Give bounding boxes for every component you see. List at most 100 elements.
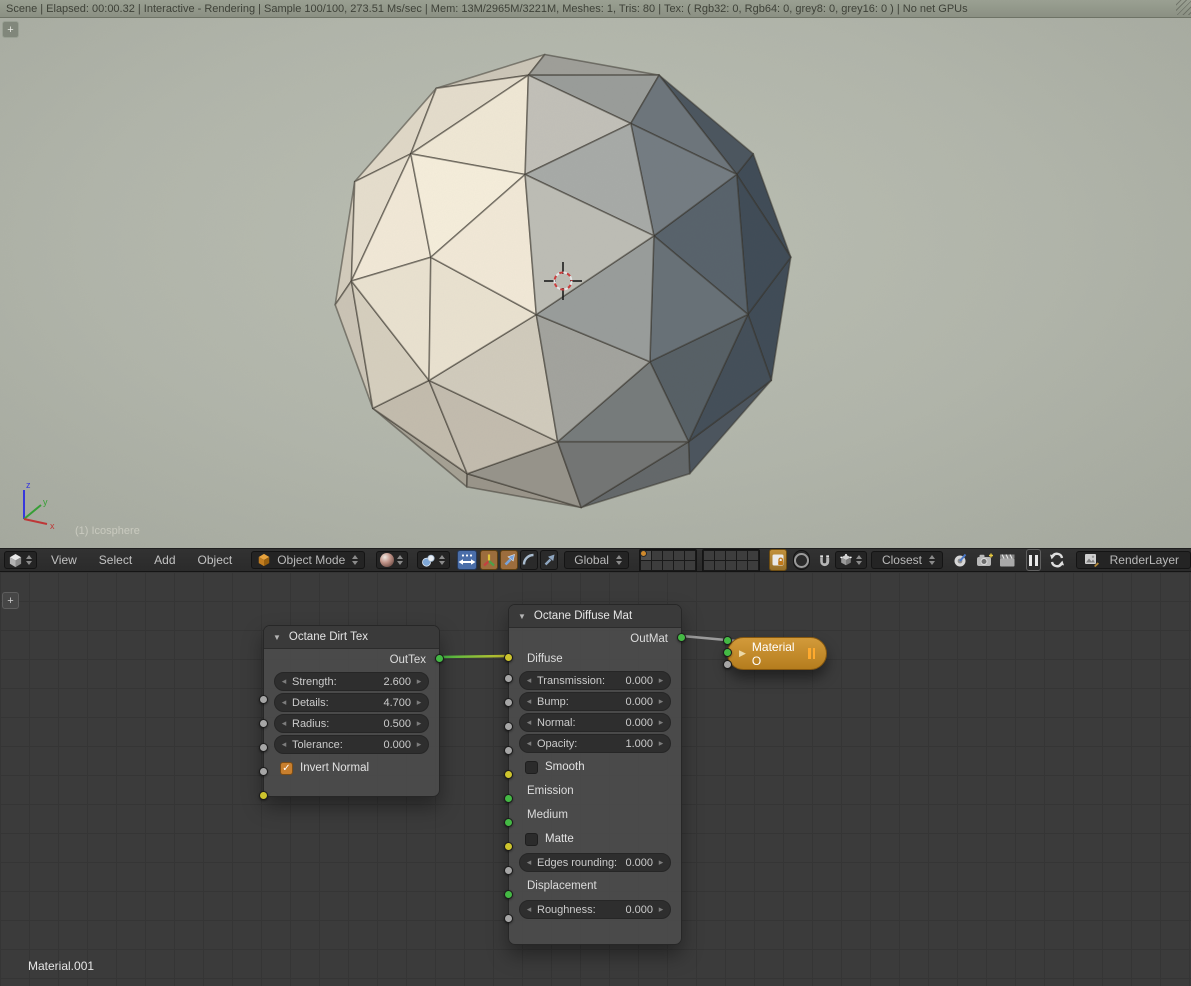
socket-invert-normal[interactable]: [259, 791, 268, 800]
node-octane-dirt-tex[interactable]: ▼ Octane Dirt Tex OutTex ◂ Strength: 2.6…: [259, 625, 444, 800]
socket-medium[interactable]: [504, 818, 513, 827]
manipulator-toggle-button[interactable]: [457, 550, 478, 570]
orientation-dropdown[interactable]: Global: [564, 551, 629, 569]
editor-type-stepper[interactable]: [25, 555, 33, 565]
socket-emission[interactable]: [504, 794, 513, 803]
move-arrows-icon: [458, 554, 476, 565]
snap-toggle-button[interactable]: [816, 550, 833, 570]
opacity-slider[interactable]: ◂ Opacity: 1.000 ▸: [519, 734, 671, 753]
socket-roughness[interactable]: [504, 914, 513, 923]
wire-outtex-diffuse[interactable]: [439, 654, 509, 659]
socket-displacement-out[interactable]: [723, 660, 732, 669]
socket-strength[interactable]: [259, 695, 268, 704]
pause-render-button[interactable]: [1025, 549, 1041, 571]
editor-type-button[interactable]: [4, 551, 37, 569]
arc-manipulator-button[interactable]: [520, 550, 539, 570]
socket-smooth[interactable]: [504, 770, 513, 779]
socket-displacement[interactable]: [504, 890, 513, 899]
refresh-button[interactable]: [1047, 550, 1067, 570]
socket-normal[interactable]: [504, 722, 513, 731]
node-title: Octane Dirt Tex: [288, 631, 368, 643]
magnet-icon: [820, 554, 830, 566]
radius-slider[interactable]: ◂ Radius: 0.500 ▸: [274, 714, 429, 733]
layers-grid-2[interactable]: [701, 548, 760, 572]
socket-edges-rounding[interactable]: [504, 866, 513, 875]
node-title: Material O: [751, 639, 795, 668]
menu-object[interactable]: Object: [198, 553, 233, 567]
socket-radius[interactable]: [259, 743, 268, 752]
strength-slider[interactable]: ◂ Strength: 2.600 ▸: [274, 672, 429, 691]
menu-add[interactable]: Add: [154, 553, 175, 567]
pivot-point-dropdown[interactable]: [417, 551, 451, 569]
camera-icon: [976, 553, 993, 566]
translate-manipulator-button[interactable]: [480, 550, 499, 570]
lock-button[interactable]: [768, 549, 787, 571]
socket-outtex[interactable]: [435, 654, 444, 663]
socket-volume[interactable]: [723, 648, 732, 657]
menu-select[interactable]: Select: [99, 553, 132, 567]
node-octane-diffuse-mat[interactable]: ▼ Octane Diffuse Mat OutMat Diffuse ◂ Tr…: [504, 604, 686, 945]
smooth-checkbox[interactable]: ✓: [525, 760, 538, 774]
object-mode-cube-icon: [258, 553, 270, 567]
orientation-label: Global: [574, 553, 609, 567]
opengl-render-button[interactable]: [951, 550, 969, 570]
roughness-slider[interactable]: ◂ Roughness: 0.000 ▸: [519, 900, 671, 919]
socket-opacity[interactable]: [504, 746, 513, 755]
circle-icon: [793, 552, 809, 568]
socket-surface[interactable]: [723, 636, 732, 645]
normal-slider[interactable]: ◂ Normal: 0.000 ▸: [519, 713, 671, 732]
snap-mode-dropdown[interactable]: Closest: [870, 551, 943, 569]
bump-slider[interactable]: ◂ Bump: 0.000 ▸: [519, 692, 671, 711]
render-image-button[interactable]: [975, 550, 996, 570]
rotate-manipulator-button[interactable]: [500, 550, 519, 570]
region-expand-plus[interactable]: +: [2, 592, 19, 609]
socket-outmat[interactable]: [677, 633, 686, 642]
details-slider[interactable]: ◂ Details: 4.700 ▸: [274, 693, 429, 712]
region-expand-plus[interactable]: +: [2, 21, 19, 38]
transmission-slider[interactable]: ◂ Transmission: 0.000 ▸: [519, 671, 671, 690]
translate-axis-icon: [483, 554, 495, 567]
rendered-scene: z y x: [23, 53, 792, 531]
socket-details[interactable]: [259, 719, 268, 728]
expand-triangle-icon[interactable]: ▶: [739, 648, 746, 659]
render-layer-dropdown[interactable]: RenderLayer: [1075, 551, 1191, 569]
collapse-triangle-icon[interactable]: ▼: [273, 633, 281, 642]
invert-normal-row[interactable]: ✓ Invert Normal: [264, 756, 439, 780]
node-editor[interactable]: + ▼ Octane Dirt Tex OutTex ◂ Strength: 2…: [0, 572, 1191, 986]
arc-icon: [523, 553, 534, 565]
matte-row[interactable]: ✓ Matte: [509, 827, 681, 851]
render-anim-button[interactable]: [998, 550, 1017, 570]
matte-checkbox[interactable]: ✓: [525, 832, 538, 846]
snap-cube-icon: [840, 553, 852, 566]
decrement-arrow[interactable]: ◂: [280, 676, 288, 687]
viewport-3d[interactable]: z y x + (1) Icosphere: [0, 18, 1191, 548]
render-layer-label: RenderLayer: [1109, 553, 1179, 567]
smooth-row[interactable]: ✓ Smooth: [509, 755, 681, 779]
socket-tolerance[interactable]: [259, 767, 268, 776]
node-header[interactable]: ▼ Octane Dirt Tex: [264, 626, 439, 649]
area-resize-grip[interactable]: [1176, 0, 1191, 15]
mode-stepper[interactable]: [351, 555, 359, 565]
scale-manipulator-button[interactable]: [540, 550, 559, 570]
menu-view[interactable]: View: [51, 553, 77, 567]
layer-cell-active[interactable]: [639, 549, 651, 560]
mode-dropdown[interactable]: Object Mode: [251, 551, 366, 569]
socket-matte[interactable]: [504, 842, 513, 851]
layers-grid-1[interactable]: [638, 548, 697, 572]
collapse-triangle-icon[interactable]: ▼: [518, 612, 526, 621]
node-header[interactable]: ▼ Octane Diffuse Mat: [509, 605, 681, 628]
node-material-output[interactable]: ▶ Material O: [723, 636, 827, 670]
proportional-edit-button[interactable]: [792, 550, 810, 570]
socket-diffuse[interactable]: [504, 653, 513, 662]
pause-icon: [1028, 554, 1032, 566]
socket-bump[interactable]: [504, 698, 513, 707]
socket-transmission[interactable]: [504, 674, 513, 683]
increment-arrow[interactable]: ▸: [415, 676, 423, 687]
snap-element-dropdown[interactable]: [834, 551, 867, 569]
tolerance-slider[interactable]: ◂ Tolerance: 0.000 ▸: [274, 735, 429, 754]
edges-rounding-slider[interactable]: ◂ Edges rounding: 0.000 ▸: [519, 853, 671, 872]
viewport-shading-dropdown[interactable]: [376, 551, 409, 569]
editor-type-cube-icon: [9, 553, 22, 567]
blender-window: Scene | Elapsed: 00:00.32 | Interactive …: [0, 0, 1191, 986]
invert-normal-checkbox[interactable]: ✓: [280, 761, 293, 775]
